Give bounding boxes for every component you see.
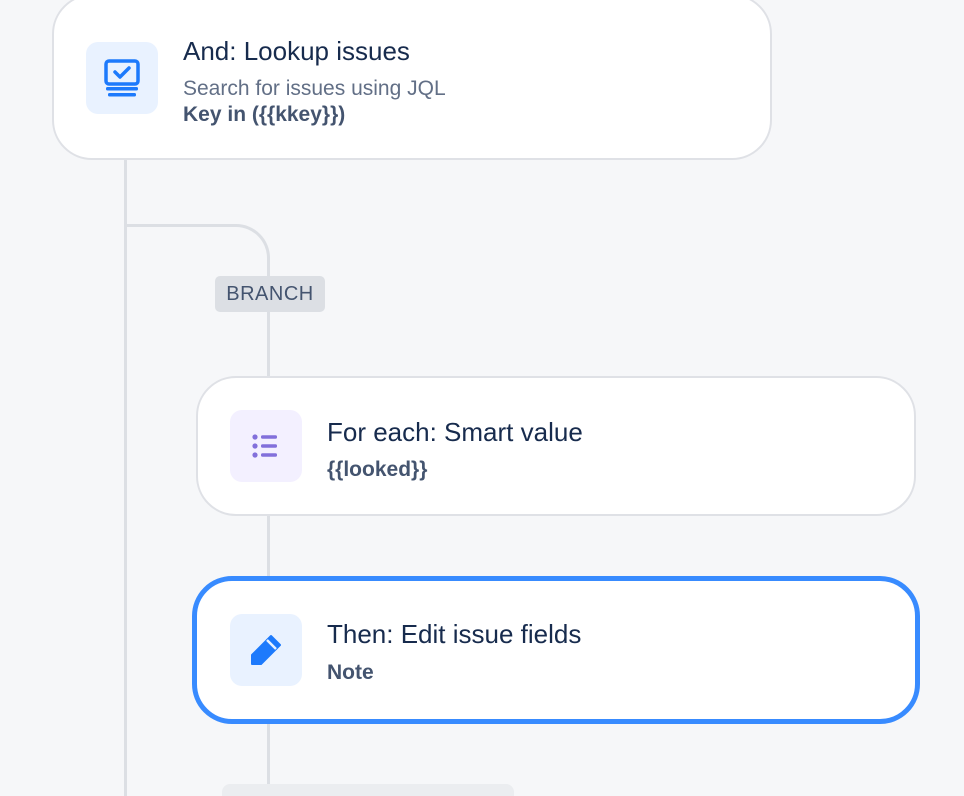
lookup-issues-icon (104, 59, 140, 97)
branch-connector-curve (124, 224, 270, 284)
lookup-issues-title: And: Lookup issues (183, 36, 410, 66)
edit-issue-field-name: Note (327, 661, 374, 684)
lookup-issues-subtitle: Search for issues using JQL (183, 77, 446, 100)
edit-issue-title: Then: Edit issue fields (327, 619, 582, 649)
edit-issue-fields-step-card[interactable]: Then: Edit issue fields Note (192, 576, 920, 724)
for-each-step-card[interactable]: For each: Smart value {{looked}} (196, 376, 916, 516)
lookup-issues-jql: Key in ({{kkey}}) (183, 103, 346, 126)
add-component-button[interactable] (222, 784, 514, 796)
lookup-issues-step-card[interactable]: And: Lookup issues Search for issues usi… (52, 0, 772, 160)
branch-label: BRANCH (215, 276, 325, 312)
rule-builder-canvas: And: Lookup issues Search for issues usi… (0, 0, 964, 796)
for-each-title: For each: Smart value (327, 417, 583, 447)
lookup-issues-icon-tile (86, 42, 158, 114)
list-icon (252, 434, 277, 458)
for-each-smart-value: {{looked}} (327, 458, 428, 481)
pencil-icon (251, 635, 281, 665)
for-each-icon-tile (230, 410, 302, 482)
edit-issue-icon-tile (230, 614, 302, 686)
branch-connector-line-2 (267, 514, 270, 580)
